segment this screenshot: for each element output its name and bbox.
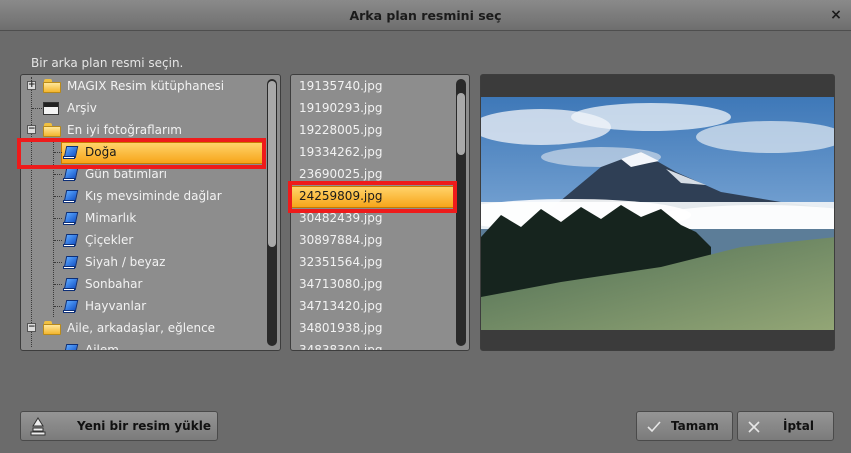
tree-item-archive[interactable]: Arşiv (21, 97, 266, 119)
file-item[interactable]: 19228005.jpg (299, 119, 382, 141)
collapse-icon[interactable]: − (27, 323, 36, 332)
album-icon (63, 300, 79, 313)
file-item-selected[interactable]: 24259809.jpg (299, 185, 382, 207)
tree-item-label: Kış mevsiminde dağlar (85, 189, 222, 203)
file-item[interactable]: 30482439.jpg (299, 207, 382, 229)
check-icon (647, 421, 661, 436)
upload-button-label: Yeni bir resim yükle (77, 419, 211, 433)
album-icon (63, 146, 79, 159)
file-item[interactable]: 30897884.jpg (299, 229, 382, 251)
tree-item-doga[interactable]: Doğa (21, 141, 266, 163)
collapse-icon[interactable]: − (27, 125, 36, 134)
ok-button[interactable]: Tamam (636, 411, 733, 441)
album-icon (63, 168, 79, 181)
tree-item-magix-library[interactable]: + MAGIX Resim kütüphanesi (21, 75, 266, 97)
cancel-button-label: İptal (783, 419, 815, 433)
album-icon (63, 256, 79, 269)
cancel-button[interactable]: İptal (737, 411, 834, 441)
album-tree[interactable]: + MAGIX Resim kütüphanesi Arşiv − En iyi… (20, 74, 281, 351)
file-item[interactable]: 19135740.jpg (299, 75, 382, 97)
album-icon (63, 344, 79, 350)
expand-icon[interactable]: + (27, 81, 36, 90)
tree-item-cicekler[interactable]: Çiçekler (21, 229, 266, 251)
tree-item-ailem[interactable]: Ailem (21, 339, 266, 351)
album-icon (63, 212, 79, 225)
tree-item-kis-daglar[interactable]: Kış mevsiminde dağlar (21, 185, 266, 207)
file-item[interactable]: 34713420.jpg (299, 295, 382, 317)
tree-item-label: Arşiv (67, 101, 97, 115)
file-item[interactable]: 19334262.jpg (299, 141, 382, 163)
tree-item-label: Aile, arkadaşlar, eğlence (67, 321, 216, 335)
tree-item-label: Gün batımları (85, 167, 167, 181)
album-icon (63, 278, 79, 291)
file-item[interactable]: 34801938.jpg (299, 317, 382, 339)
tree-item-label: Ailem (85, 343, 119, 351)
tree-item-mimarlik[interactable]: Mimarlık (21, 207, 266, 229)
title-bar: Arka plan resmini seç × (0, 0, 851, 31)
file-item[interactable]: 19190293.jpg (299, 97, 382, 119)
upload-icon (29, 417, 47, 437)
file-scrollbar[interactable] (456, 79, 466, 346)
tree-item-label: Sonbahar (85, 277, 143, 291)
window-title: Arka plan resmini seç (349, 7, 502, 23)
file-item[interactable]: 32351564.jpg (299, 251, 382, 273)
folder-icon (43, 79, 61, 93)
tree-item-gun-batimlari[interactable]: Gün batımları (21, 163, 266, 185)
preview-photo (481, 97, 834, 330)
tree-scrollbar[interactable] (267, 79, 277, 346)
tree-item-label: Mimarlık (85, 211, 137, 225)
cross-icon (748, 421, 760, 436)
tree-item-aile[interactable]: − Aile, arkadaşlar, eğlence (21, 317, 266, 339)
tree-item-sonbahar[interactable]: Sonbahar (21, 273, 266, 295)
upload-image-button[interactable]: Yeni bir resim yükle (20, 411, 218, 441)
tree-item-label: Hayvanlar (85, 299, 147, 313)
image-preview (480, 74, 835, 351)
tree-item-hayvanlar[interactable]: Hayvanlar (21, 295, 266, 317)
file-item[interactable]: 34713080.jpg (299, 273, 382, 295)
close-icon[interactable]: × (827, 6, 845, 24)
file-item[interactable]: 23690025.jpg (299, 163, 382, 185)
tree-item-label: MAGIX Resim kütüphanesi (67, 79, 225, 93)
file-item[interactable]: 34838300.jpg (299, 339, 382, 350)
archive-icon (43, 102, 59, 115)
tree-scrollbar-thumb[interactable] (268, 81, 276, 247)
tree-item-label: Çiçekler (85, 233, 134, 247)
file-scrollbar-thumb[interactable] (457, 93, 465, 155)
instruction-text: Bir arka plan resmi seçin. (31, 56, 184, 70)
tree-item-label: Doğa (85, 145, 117, 159)
open-folder-icon (43, 321, 61, 335)
ok-button-label: Tamam (671, 419, 719, 433)
open-folder-icon (43, 123, 61, 137)
tree-item-best-photos[interactable]: − En iyi fotoğraflarım (21, 119, 266, 141)
tree-item-siyah-beyaz[interactable]: Siyah / beyaz (21, 251, 266, 273)
album-icon (63, 234, 79, 247)
album-icon (63, 190, 79, 203)
file-list[interactable]: 19135740.jpg 19190293.jpg 19228005.jpg 1… (290, 74, 470, 351)
tree-item-label: Siyah / beyaz (85, 255, 166, 269)
tree-item-label: En iyi fotoğraflarım (67, 123, 182, 137)
